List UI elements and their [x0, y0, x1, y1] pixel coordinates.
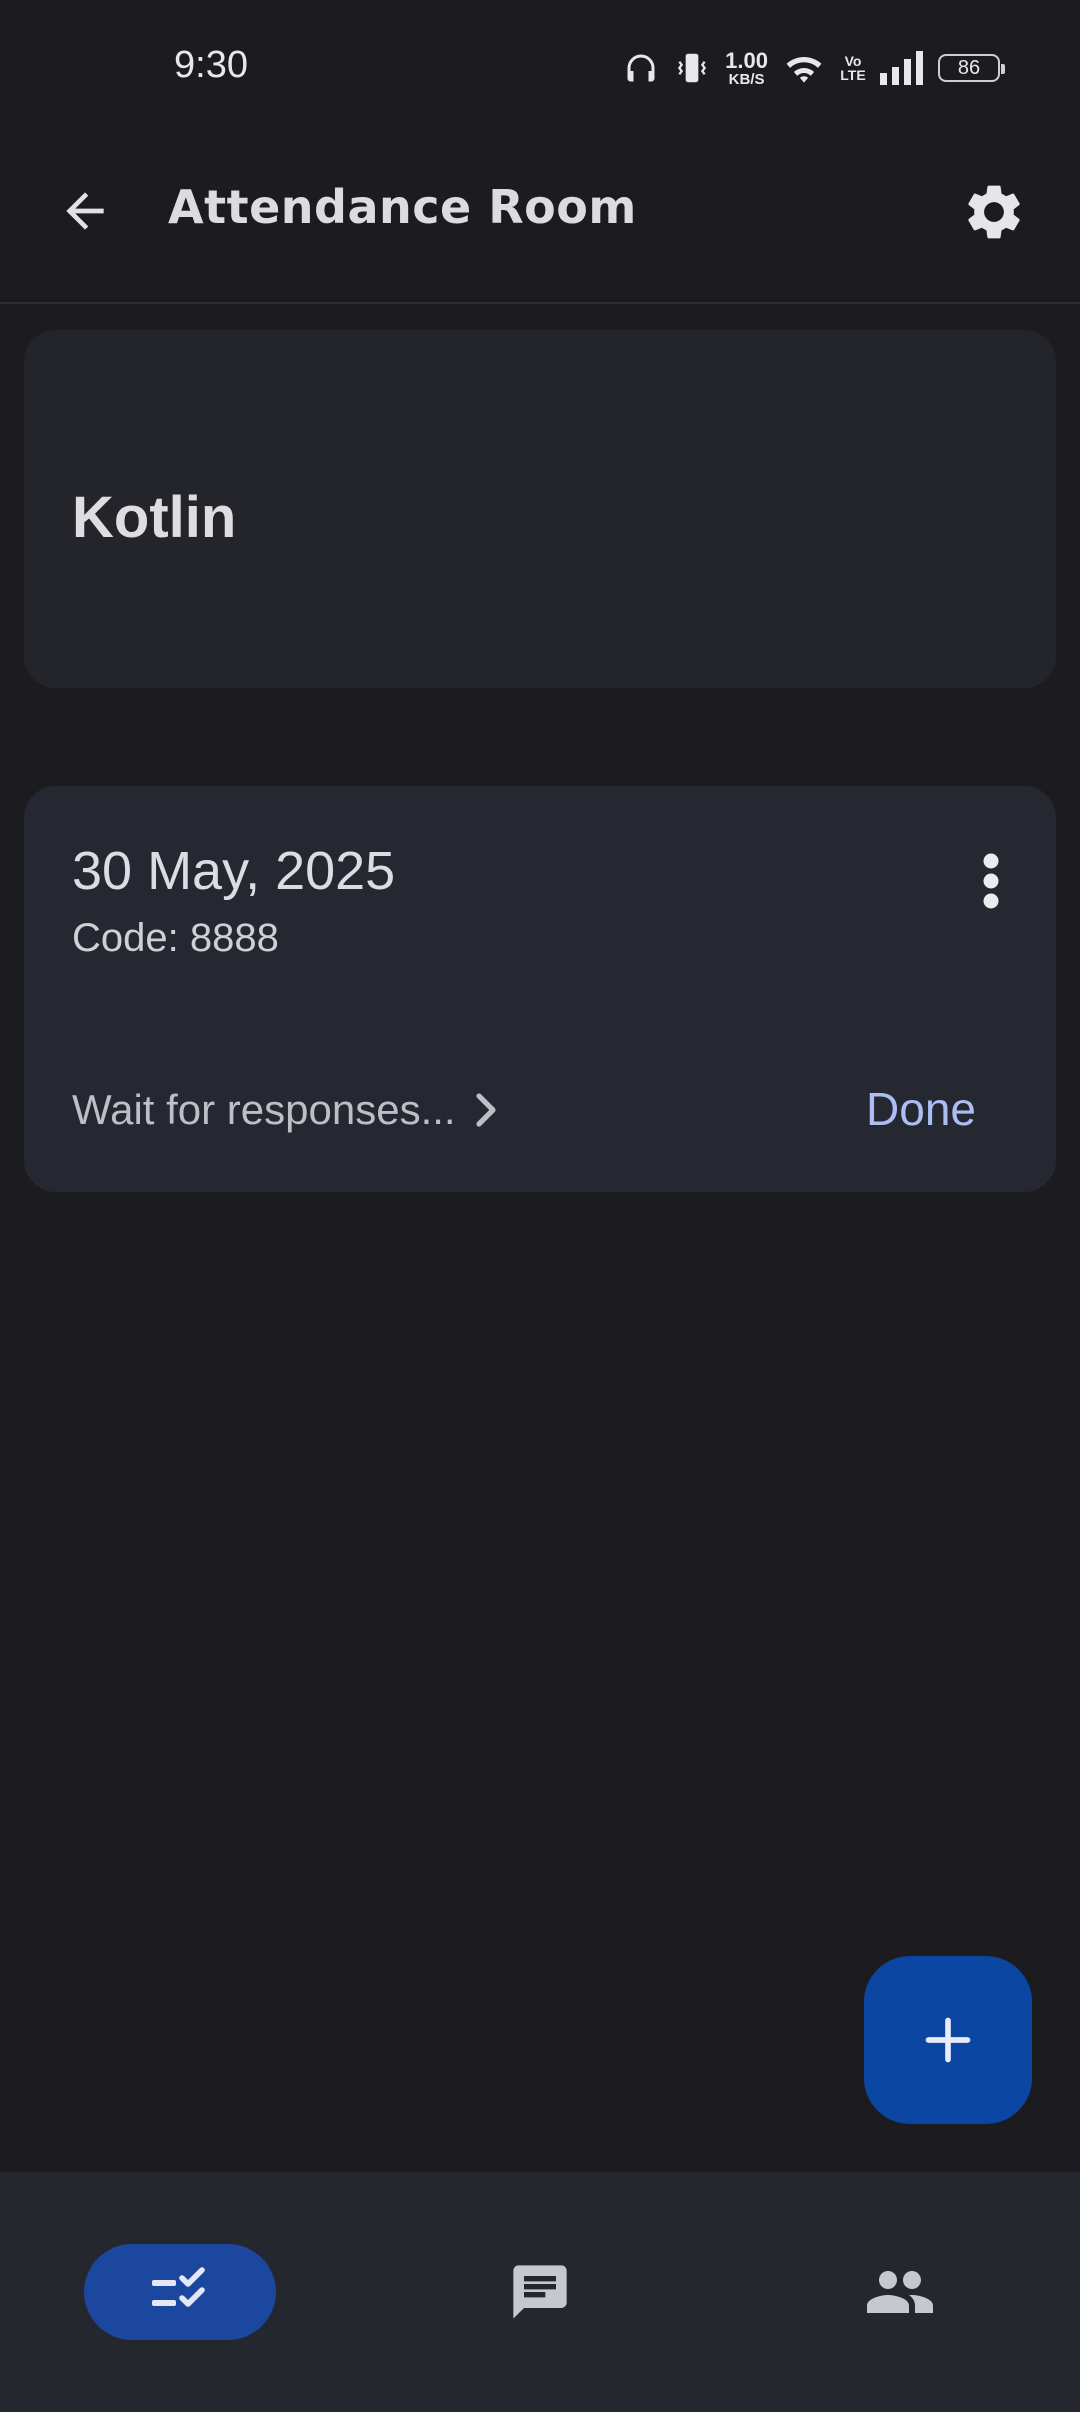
gear-icon — [968, 185, 1020, 239]
class-name: Kotlin — [72, 485, 237, 550]
session-code: Code: 8888 — [72, 916, 279, 960]
app-bar: Attendance Room — [0, 130, 1080, 304]
more-vert-icon — [983, 853, 999, 909]
wifi-icon — [786, 56, 822, 83]
people-icon — [867, 2271, 933, 2313]
done-button[interactable]: Done — [866, 1082, 976, 1136]
net-speed-value: 1.00 — [725, 47, 768, 73]
wait-responses-link[interactable]: Wait for responses... — [72, 1086, 500, 1134]
add-session-button[interactable] — [864, 1956, 1032, 2124]
signal-icon — [880, 51, 923, 85]
arrow-back-icon — [66, 192, 104, 230]
session-menu-button[interactable] — [956, 838, 1026, 924]
plus-icon — [925, 2017, 971, 2063]
wait-responses-label: Wait for responses... — [72, 1086, 456, 1133]
bottom-nav — [0, 2172, 1080, 2412]
net-speed: 1.00 KB/S — [725, 47, 768, 88]
status-bar: 9:30 1.00 KB/S Vo LTE 86 — [0, 0, 1080, 130]
nav-item-people[interactable] — [850, 2244, 950, 2340]
session-date: 30 May, 2025 — [72, 841, 396, 901]
back-button[interactable] — [50, 176, 120, 246]
volte-indicator: Vo LTE — [840, 53, 866, 83]
nav-item-chat[interactable] — [490, 2244, 590, 2340]
chevron-right-icon — [475, 1093, 496, 1127]
net-speed-unit: KB/S — [728, 70, 765, 88]
nav-item-attendance[interactable] — [84, 2244, 276, 2340]
checklist-icon — [152, 2267, 205, 2307]
battery-level: 86 — [957, 56, 981, 79]
chat-icon — [513, 2265, 567, 2319]
status-time: 9:30 — [174, 44, 248, 86]
session-card[interactable]: 30 May, 2025 Code: 8888 Wait for respons… — [24, 786, 1056, 1192]
status-icons: 1.00 KB/S Vo LTE 86 — [623, 46, 1005, 90]
vibrate-icon — [678, 53, 707, 83]
battery-icon: 86 — [938, 54, 1005, 82]
class-card[interactable]: Kotlin — [24, 330, 1056, 688]
settings-button[interactable] — [954, 172, 1034, 252]
page-title: Attendance Room — [168, 180, 637, 234]
headphones-icon — [627, 54, 655, 82]
